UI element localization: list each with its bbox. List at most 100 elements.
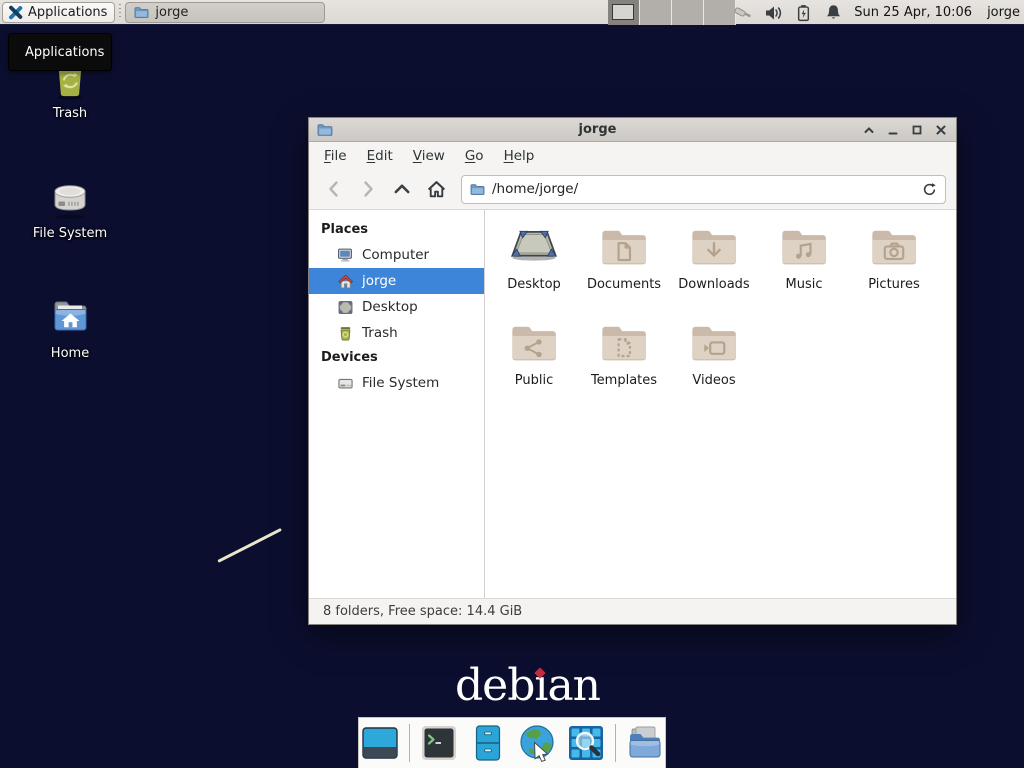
volume-icon[interactable]: [764, 3, 783, 22]
path-input[interactable]: [492, 181, 915, 197]
logo-text: deb: [455, 660, 534, 711]
home-folder-icon: [46, 292, 94, 340]
applications-menu-button[interactable]: Applications: [2, 2, 115, 23]
maximize-button[interactable]: [910, 123, 924, 137]
file-item-downloads[interactable]: Downloads: [669, 218, 759, 314]
desktop-icon: [337, 299, 354, 316]
taskbar-window-label: jorge: [155, 5, 188, 20]
computer-icon: [337, 247, 354, 264]
window-title: jorge: [333, 122, 862, 137]
terminal-icon[interactable]: [419, 723, 459, 763]
taskbar-window-button[interactable]: jorge: [125, 2, 325, 23]
bell-icon[interactable]: [824, 3, 843, 22]
app-finder-icon[interactable]: [566, 723, 606, 763]
up-button[interactable]: [387, 174, 417, 204]
desktop-icon-label: File System: [0, 226, 140, 241]
sidebar-item-desktop[interactable]: Desktop: [309, 294, 484, 320]
window-icon[interactable]: [360, 723, 400, 763]
file-item-pictures[interactable]: Pictures: [849, 218, 939, 314]
applications-menu-label: Applications: [28, 5, 107, 20]
harddrive-icon: [46, 172, 94, 220]
menu-view[interactable]: View: [404, 145, 454, 167]
workspace-window-preview: [612, 4, 634, 20]
public-folder-icon: [508, 320, 560, 366]
menubar: File Edit View Go Help: [309, 142, 956, 169]
menu-file[interactable]: File: [315, 145, 356, 167]
file-item-label: Templates: [591, 373, 657, 388]
sidebar-item-label: Trash: [362, 325, 398, 341]
file-item-label: Public: [515, 373, 553, 388]
statusbar: 8 folders, Free space: 14.4 GiB: [309, 598, 956, 624]
reload-button[interactable]: [922, 182, 937, 197]
top-panel: Applications jorge: [0, 0, 1024, 25]
desktop-icon-file-system[interactable]: File System: [0, 172, 140, 241]
tool-icon[interactable]: [734, 3, 753, 22]
videos-folder-icon: [688, 320, 740, 366]
toolbar: [309, 169, 956, 210]
forward-button[interactable]: [353, 174, 383, 204]
battery-icon[interactable]: [794, 3, 813, 22]
trash-icon: [337, 325, 354, 342]
file-item-music[interactable]: Music: [759, 218, 849, 314]
file-item-templates[interactable]: Templates: [579, 314, 669, 410]
file-item-label: Desktop: [507, 277, 561, 292]
desktop-folder-icon: [508, 224, 560, 270]
path-bar[interactable]: [461, 175, 946, 204]
workspace-4[interactable]: [704, 0, 736, 25]
folder-icon: [470, 182, 485, 197]
file-grid: Desktop Documents Downloads Music Pictur…: [485, 210, 956, 598]
music-folder-icon: [778, 224, 830, 270]
sidebar: Places Computer: [309, 210, 485, 598]
panel-separator: [117, 4, 123, 20]
sidebar-item-label: File System: [362, 375, 439, 391]
documents-folder-icon: [598, 224, 650, 270]
sidebar-header-devices: Devices: [309, 346, 484, 370]
folder-icon[interactable]: [625, 723, 665, 763]
sidebar-header-places: Places: [309, 218, 484, 242]
file-item-videos[interactable]: Videos: [669, 314, 759, 410]
applications-tooltip: Applications: [8, 33, 112, 71]
menu-help[interactable]: Help: [495, 145, 544, 167]
panel-clock[interactable]: Sun 25 Apr, 10:06: [854, 5, 972, 20]
window-titlebar[interactable]: jorge: [309, 118, 956, 142]
web-browser-icon[interactable]: [517, 723, 557, 763]
workspace-2[interactable]: [640, 0, 672, 25]
file-cabinet-icon[interactable]: [468, 723, 508, 763]
pictures-folder-icon: [868, 224, 920, 270]
minimize-button[interactable]: [886, 123, 900, 137]
desktop-icon-label: Home: [0, 346, 140, 361]
desktop-icon-label: Trash: [0, 106, 140, 121]
menu-go[interactable]: Go: [456, 145, 493, 167]
sidebar-item-label: jorge: [362, 273, 396, 289]
shade-button[interactable]: [862, 123, 876, 137]
folder-icon: [134, 5, 149, 20]
panel-username[interactable]: jorge: [987, 5, 1020, 20]
sidebar-item-computer[interactable]: Computer: [309, 242, 484, 268]
workspace-1[interactable]: [608, 0, 640, 25]
tooltip-text: Applications: [25, 45, 104, 60]
logo-i: ı: [534, 660, 547, 711]
debian-wallpaper-logo: debıan: [455, 660, 600, 711]
statusbar-text: 8 folders, Free space: 14.4 GiB: [323, 604, 522, 619]
stray-line-artifact: [217, 528, 282, 563]
back-button[interactable]: [319, 174, 349, 204]
file-item-public[interactable]: Public: [489, 314, 579, 410]
sidebar-item-label: Computer: [362, 247, 429, 263]
file-item-documents[interactable]: Documents: [579, 218, 669, 314]
home-button[interactable]: [421, 174, 451, 204]
workspace-3[interactable]: [672, 0, 704, 25]
close-button[interactable]: [934, 123, 948, 137]
desktop-icon-home[interactable]: Home: [0, 292, 140, 361]
file-item-label: Downloads: [678, 277, 749, 292]
applications-menu-icon: [7, 4, 24, 21]
menu-edit[interactable]: Edit: [358, 145, 402, 167]
file-item-label: Documents: [587, 277, 661, 292]
dock-separator: [615, 724, 616, 762]
templates-folder-icon: [598, 320, 650, 366]
file-item-label: Music: [786, 277, 823, 292]
downloads-folder-icon: [688, 224, 740, 270]
sidebar-item-trash[interactable]: Trash: [309, 320, 484, 346]
sidebar-item-file-system[interactable]: File System: [309, 370, 484, 396]
file-item-desktop[interactable]: Desktop: [489, 218, 579, 314]
sidebar-item-jorge[interactable]: jorge: [309, 268, 484, 294]
